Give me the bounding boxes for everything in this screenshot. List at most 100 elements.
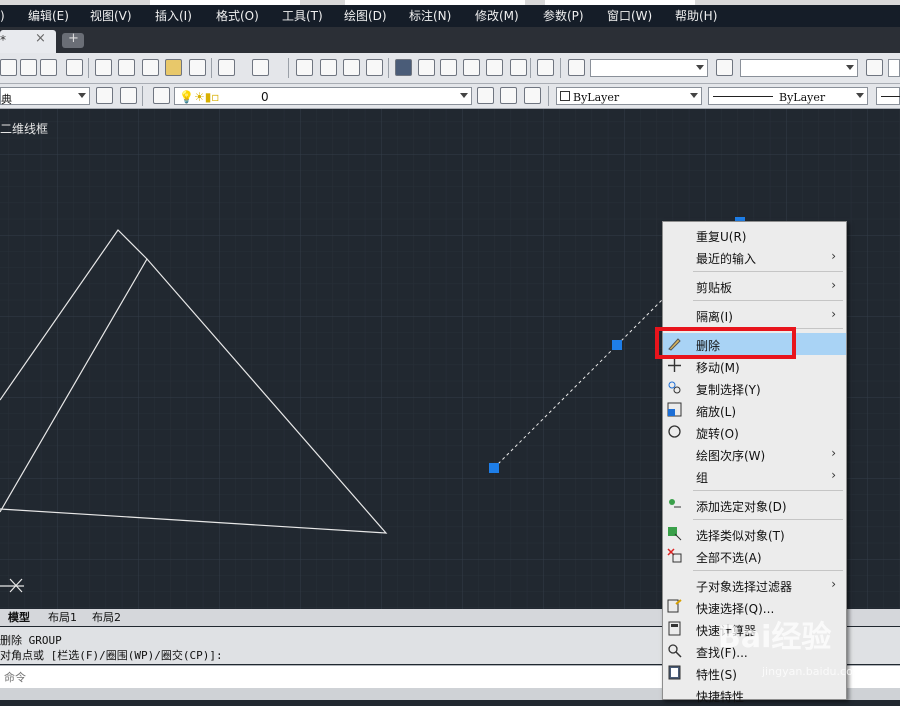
- menu-item-add-selected[interactable]: 添加选定对象(D): [663, 494, 846, 516]
- print-icon[interactable]: [0, 59, 17, 76]
- menu-item-quick-properties[interactable]: 快捷特性: [663, 684, 846, 706]
- rotate-icon: [667, 424, 682, 439]
- submenu-arrow-icon: ›: [831, 249, 836, 263]
- grip-handle[interactable]: [489, 463, 499, 473]
- copy-icon: [667, 380, 682, 395]
- menu-tools[interactable]: 工具(T): [282, 5, 323, 27]
- layer-previous-icon[interactable]: [500, 87, 517, 104]
- color-select[interactable]: ByLayer: [556, 87, 702, 105]
- match-properties-icon[interactable]: [165, 59, 182, 76]
- menu-help[interactable]: 帮助(H): [675, 5, 717, 27]
- move-icon: [667, 358, 682, 373]
- menu-item-copy-selection[interactable]: 复制选择(Y): [663, 377, 846, 399]
- layers-toolbar: 典 💡☀▮▫ 0 ByLayer ByLayer: [0, 84, 900, 109]
- text-style-select[interactable]: [590, 59, 708, 77]
- add-selected-icon: [667, 497, 682, 512]
- 3d-dwf-icon[interactable]: [66, 59, 83, 76]
- properties-palette-icon[interactable]: [395, 59, 412, 76]
- menu-bar: ) 编辑(E) 视图(V) 插入(I) 格式(O) 工具(T) 绘图(D) 标注…: [0, 5, 900, 27]
- publish-icon[interactable]: [40, 59, 57, 76]
- make-current-layer-icon[interactable]: [477, 87, 494, 104]
- menu-item-clipboard[interactable]: 剪贴板 ›: [663, 275, 846, 297]
- calculator-toolbar-icon[interactable]: [510, 59, 527, 76]
- menu-draw[interactable]: 绘图(D): [344, 5, 387, 27]
- document-tab-active[interactable]: * ×: [0, 30, 56, 53]
- submenu-arrow-icon: ›: [831, 307, 836, 321]
- zoom-realtime-icon[interactable]: [320, 59, 337, 76]
- command-history-line: 对角点或 [栏选(F)/圈围(WP)/圈交(CP)]:: [0, 649, 223, 662]
- watermark-url: jingyan.baidu.com: [762, 665, 864, 678]
- tab-model[interactable]: 模型: [8, 609, 30, 626]
- table-style-select[interactable]: [888, 59, 900, 77]
- view-style-label[interactable]: 二维线框: [0, 120, 48, 137]
- dim-style-icon[interactable]: [716, 59, 733, 76]
- layer-select[interactable]: 💡☀▮▫ 0: [174, 87, 472, 105]
- cut-icon[interactable]: [95, 59, 112, 76]
- grip-handle-mid[interactable]: [612, 340, 622, 350]
- menu-view[interactable]: 视图(V): [90, 5, 132, 27]
- submenu-arrow-icon: ›: [831, 278, 836, 292]
- menu-window[interactable]: 窗口(W): [607, 5, 652, 27]
- command-input[interactable]: [2, 668, 646, 686]
- deselect-all-icon: [667, 548, 682, 563]
- menu-item-draw-order[interactable]: 绘图次序(W) ›: [663, 443, 846, 465]
- standard-toolbar: [0, 53, 900, 84]
- sheet-set-icon[interactable]: [463, 59, 480, 76]
- pan-icon[interactable]: [296, 59, 313, 76]
- menu-item-subobject-filter[interactable]: 子对象选择过滤器 ›: [663, 574, 846, 596]
- properties-icon: [667, 665, 682, 680]
- markup-icon[interactable]: [486, 59, 503, 76]
- menu-item-group[interactable]: 组 ›: [663, 465, 846, 487]
- menu-item-repeat[interactable]: 重复U(R): [663, 224, 846, 246]
- command-history-line: 删除 GROUP: [0, 634, 62, 647]
- dim-style-select[interactable]: [740, 59, 858, 77]
- copy-clip-icon[interactable]: [118, 59, 135, 76]
- tab-layout1[interactable]: 布局1: [48, 609, 77, 626]
- redo-icon[interactable]: [252, 59, 269, 76]
- menu-dimension[interactable]: 标注(N): [409, 5, 451, 27]
- block-editor-icon[interactable]: [189, 59, 206, 76]
- select-similar-icon: [667, 526, 682, 541]
- workspace-settings-icon[interactable]: [96, 87, 113, 104]
- menu-partial-left[interactable]: ): [0, 5, 5, 27]
- highlight-annotation-box: [655, 327, 796, 359]
- zoom-previous-icon[interactable]: [366, 59, 383, 76]
- menu-item-recent-input[interactable]: 最近的输入 ›: [663, 246, 846, 268]
- menu-insert[interactable]: 插入(I): [155, 5, 192, 27]
- tab-modified-marker: *: [0, 33, 6, 47]
- menu-item-isolate[interactable]: 隔离(I) ›: [663, 304, 846, 326]
- scale-icon: [667, 402, 682, 417]
- text-style-icon[interactable]: [568, 59, 585, 76]
- tool-palettes-icon[interactable]: [440, 59, 457, 76]
- menu-item-rotate[interactable]: 旋转(O): [663, 421, 846, 443]
- menu-item-deselect-all[interactable]: 全部不选(A): [663, 545, 846, 567]
- customize-icon[interactable]: [120, 87, 137, 104]
- find-icon: [667, 643, 682, 658]
- workspace-select[interactable]: 典: [0, 87, 90, 106]
- help-icon[interactable]: [537, 59, 554, 76]
- design-center-icon[interactable]: [418, 59, 435, 76]
- menu-item-select-similar[interactable]: 选择类似对象(T): [663, 523, 846, 545]
- new-tab-button[interactable]: [62, 31, 84, 48]
- submenu-arrow-icon: ›: [831, 577, 836, 591]
- tab-layout2[interactable]: 布局2: [92, 609, 121, 626]
- watermark-logo: Bai经验: [718, 620, 832, 655]
- menu-item-scale[interactable]: 缩放(L): [663, 399, 846, 421]
- layer-state-icon[interactable]: [524, 87, 541, 104]
- zoom-window-icon[interactable]: [343, 59, 360, 76]
- table-style-icon[interactable]: [866, 59, 883, 76]
- quick-select-icon: [667, 599, 682, 614]
- menu-edit[interactable]: 编辑(E): [28, 5, 69, 27]
- undo-icon[interactable]: [218, 59, 235, 76]
- menu-modify[interactable]: 修改(M): [475, 5, 519, 27]
- print-preview-icon[interactable]: [20, 59, 37, 76]
- menu-parameter[interactable]: 参数(P): [543, 5, 584, 27]
- layer-properties-icon[interactable]: [153, 87, 170, 104]
- menu-format[interactable]: 格式(O): [216, 5, 259, 27]
- submenu-arrow-icon: ›: [831, 468, 836, 482]
- calculator-icon: [667, 621, 682, 636]
- tab-close-icon[interactable]: ×: [35, 31, 46, 46]
- lineweight-select[interactable]: [876, 87, 900, 105]
- paste-icon[interactable]: [142, 59, 159, 76]
- linetype-select[interactable]: ByLayer: [708, 87, 868, 105]
